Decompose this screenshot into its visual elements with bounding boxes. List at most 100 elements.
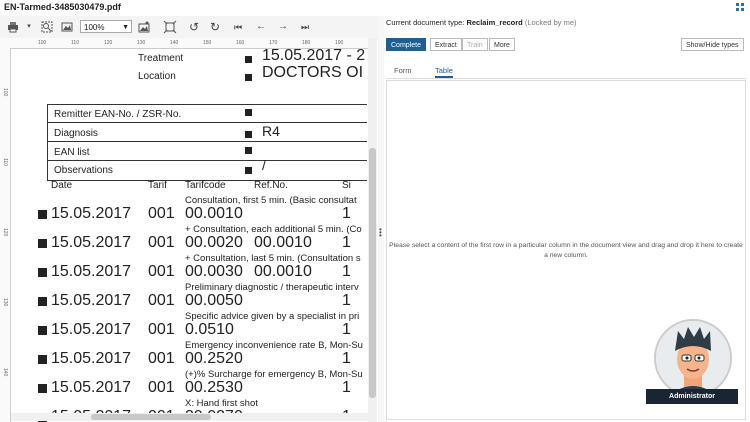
row-marker: [38, 210, 47, 219]
title-bar: EN-Tarmed-3485030479.pdf: [0, 0, 750, 16]
image-settings-icon[interactable]: [137, 20, 151, 34]
drag-handle-icon[interactable]: • • •: [379, 226, 382, 240]
grid-view-icon[interactable]: [736, 3, 744, 11]
row-tarifcode: 00.2520: [185, 350, 243, 367]
row-si: 1: [342, 350, 351, 367]
row-tarifcode: 0.0510: [185, 321, 234, 338]
fit-page-icon[interactable]: [163, 20, 177, 34]
ruler-mark: 190: [335, 40, 344, 46]
row-refno: 00.0010: [254, 263, 312, 280]
ruler-mark: 100: [38, 40, 47, 46]
scrollbar-thumb[interactable]: [91, 414, 211, 420]
row-tarif: 001: [148, 350, 175, 367]
divider: [47, 141, 367, 142]
vertical-ruler: 100 110 120 130 140: [0, 48, 11, 422]
viewer-toolbar: ▾ 100% ▼ ↺ ↻ ⏮ ← → ⏭: [0, 16, 378, 39]
row-tarifcode: 00.0050: [185, 292, 243, 309]
extract-button[interactable]: Extract: [430, 38, 462, 51]
previous-page-icon[interactable]: ←: [254, 20, 268, 34]
row-si: 1: [342, 321, 351, 338]
image-icon[interactable]: [60, 20, 74, 34]
drop-hint: Please select a content of the first row…: [389, 242, 743, 259]
vertical-scrollbar[interactable]: [368, 38, 377, 422]
row-si: 1: [342, 379, 351, 396]
row-date: 15.05.2017: [51, 379, 132, 396]
first-page-icon[interactable]: ⏮: [231, 20, 245, 34]
field-marker: [245, 56, 252, 63]
row-marker: [38, 268, 47, 277]
field-marker: [245, 74, 252, 81]
tab-form[interactable]: Form: [394, 66, 412, 75]
diagnosis-value: R4: [262, 123, 280, 139]
column-header-refno: Ref.No.: [254, 180, 288, 191]
row-date: 15.05.2017: [51, 234, 132, 251]
complete-button[interactable]: Complete: [386, 38, 426, 51]
divider: [47, 160, 367, 161]
divider: [47, 122, 367, 123]
last-page-icon[interactable]: ⏭: [298, 20, 312, 34]
row-tarif: 001: [148, 205, 175, 222]
ruler-mark: 130: [137, 40, 146, 46]
train-button[interactable]: Train: [462, 38, 488, 51]
ruler-mark: 180: [302, 40, 311, 46]
ruler-mark: 160: [236, 40, 245, 46]
field-marker: [245, 131, 252, 138]
treatment-label: Treatment: [138, 53, 184, 64]
field-marker: [245, 167, 252, 174]
row-si: 1: [342, 205, 351, 222]
tab-table[interactable]: Table: [435, 66, 453, 78]
document-type-label: Current document type:: [386, 18, 465, 27]
more-button[interactable]: More: [489, 38, 515, 51]
ruler-mark: 100: [2, 88, 8, 97]
row-marker: [38, 355, 47, 364]
scrollbar-thumb[interactable]: [369, 148, 376, 398]
observations-label: Observations: [54, 165, 113, 176]
row-date: 15.05.2017: [51, 205, 132, 222]
column-header-si: Si: [342, 180, 351, 191]
remitter-label: Remitter EAN-No. / ZSR-No.: [54, 109, 182, 120]
zoom-fit-icon[interactable]: [40, 20, 54, 34]
location-value: DOCTORS OI: [262, 64, 364, 81]
ruler-mark: 120: [104, 40, 113, 46]
ruler-mark: 110: [71, 40, 79, 46]
row-marker: [38, 384, 47, 393]
document-page[interactable]: Treatment 15.05.2017 - 2 Location DOCTOR…: [11, 48, 367, 422]
treatment-value: 15.05.2017 - 2: [262, 48, 366, 64]
zoom-select[interactable]: 100% ▼: [80, 20, 132, 33]
ruler-mark: 110: [2, 158, 8, 166]
row-marker: [38, 297, 47, 306]
zoom-value: 100%: [84, 23, 105, 32]
ean-list-label: EAN list: [54, 147, 90, 158]
lock-status: (Locked by me): [524, 18, 577, 27]
horizontal-scrollbar[interactable]: [11, 413, 368, 421]
next-page-icon[interactable]: →: [276, 20, 290, 34]
row-si: 1: [342, 263, 351, 280]
row-tarif: 001: [148, 379, 175, 396]
row-date: 15.05.2017: [51, 321, 132, 338]
chevron-down-icon: ▼: [122, 24, 129, 31]
row-tarifcode: 00.2530: [185, 379, 243, 396]
row-tarif: 001: [148, 234, 175, 251]
row-tarif: 001: [148, 292, 175, 309]
diagnosis-label: Diagnosis: [54, 128, 98, 139]
ruler-mark: 170: [269, 40, 278, 46]
field-marker: [245, 109, 252, 116]
avatar-illustration: [656, 321, 730, 395]
document-type-value: Reclaim_record: [466, 18, 523, 27]
rotate-left-icon[interactable]: ↺: [187, 20, 201, 34]
row-tarifcode: 00.0030: [185, 263, 243, 280]
user-avatar[interactable]: [654, 319, 732, 397]
row-si: 1: [342, 292, 351, 309]
row-refno: 00.0010: [254, 234, 312, 251]
ruler-mark: 150: [203, 40, 212, 46]
rotate-right-icon[interactable]: ↻: [208, 20, 222, 34]
row-si: 1: [342, 234, 351, 251]
print-dropdown-icon[interactable]: ▾: [22, 20, 36, 34]
document-filename: EN-Tarmed-3485030479.pdf: [4, 2, 121, 12]
print-icon[interactable]: [6, 20, 20, 34]
document-type-info: Current document type: Reclaim_record (L…: [386, 18, 577, 27]
row-tarif: 001: [148, 263, 175, 280]
ruler-mark: 140: [170, 40, 179, 46]
show-hide-types-button[interactable]: Show/Hide types: [681, 38, 744, 51]
row-tarifcode: 00.0020: [185, 234, 243, 251]
